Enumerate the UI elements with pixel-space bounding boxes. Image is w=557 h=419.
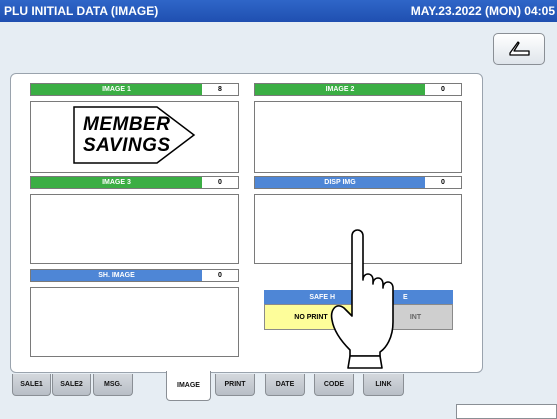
- image3-field[interactable]: IMAGE 3 0: [30, 176, 239, 189]
- tab-date[interactable]: DATE: [265, 374, 305, 396]
- sh-image-preview[interactable]: [30, 287, 239, 357]
- tab-sale2[interactable]: SALE2: [52, 374, 91, 396]
- image1-label: IMAGE 1: [31, 84, 202, 95]
- image1-preview[interactable]: MEMBER SAVINGS: [30, 101, 239, 173]
- tab-code[interactable]: CODE: [314, 374, 354, 396]
- image2-preview[interactable]: [254, 101, 462, 173]
- return-arrow-icon: [509, 41, 530, 56]
- tab-image[interactable]: IMAGE: [166, 371, 211, 401]
- datetime: MAY.23.2022 (MON) 04:05: [410, 4, 555, 18]
- status-box: [456, 404, 557, 419]
- image3-label: IMAGE 3: [31, 177, 202, 188]
- tab-link[interactable]: LINK: [363, 374, 404, 396]
- image3-preview[interactable]: [30, 194, 239, 264]
- screen-title: PLU INITIAL DATA (IMAGE): [4, 4, 159, 18]
- title-bar: PLU INITIAL DATA (IMAGE) MAY.23.2022 (MO…: [0, 0, 557, 22]
- disp-img-field[interactable]: DISP IMG 0: [254, 176, 462, 189]
- sh-image-label: SH. IMAGE: [31, 270, 202, 281]
- image1-value: 8: [218, 86, 222, 93]
- image2-value: 0: [441, 86, 445, 93]
- tab-print[interactable]: PRINT: [215, 374, 255, 396]
- image3-value: 0: [218, 179, 222, 186]
- tab-msg[interactable]: MSG.: [93, 374, 133, 396]
- back-button[interactable]: [493, 33, 545, 65]
- preview-line-1: MEMBER: [83, 114, 171, 135]
- image2-label: IMAGE 2: [255, 84, 425, 95]
- preview-line-2: SAVINGS: [83, 135, 171, 156]
- sh-image-field[interactable]: SH. IMAGE 0: [30, 269, 239, 282]
- tab-sale1[interactable]: SALE1: [12, 374, 51, 396]
- pointing-hand-icon: [330, 229, 394, 369]
- image1-field[interactable]: IMAGE 1 8: [30, 83, 239, 96]
- disp-img-label: DISP IMG: [255, 177, 425, 188]
- image2-field[interactable]: IMAGE 2 0: [254, 83, 462, 96]
- disp-img-value: 0: [441, 179, 445, 186]
- sh-image-value: 0: [218, 272, 222, 279]
